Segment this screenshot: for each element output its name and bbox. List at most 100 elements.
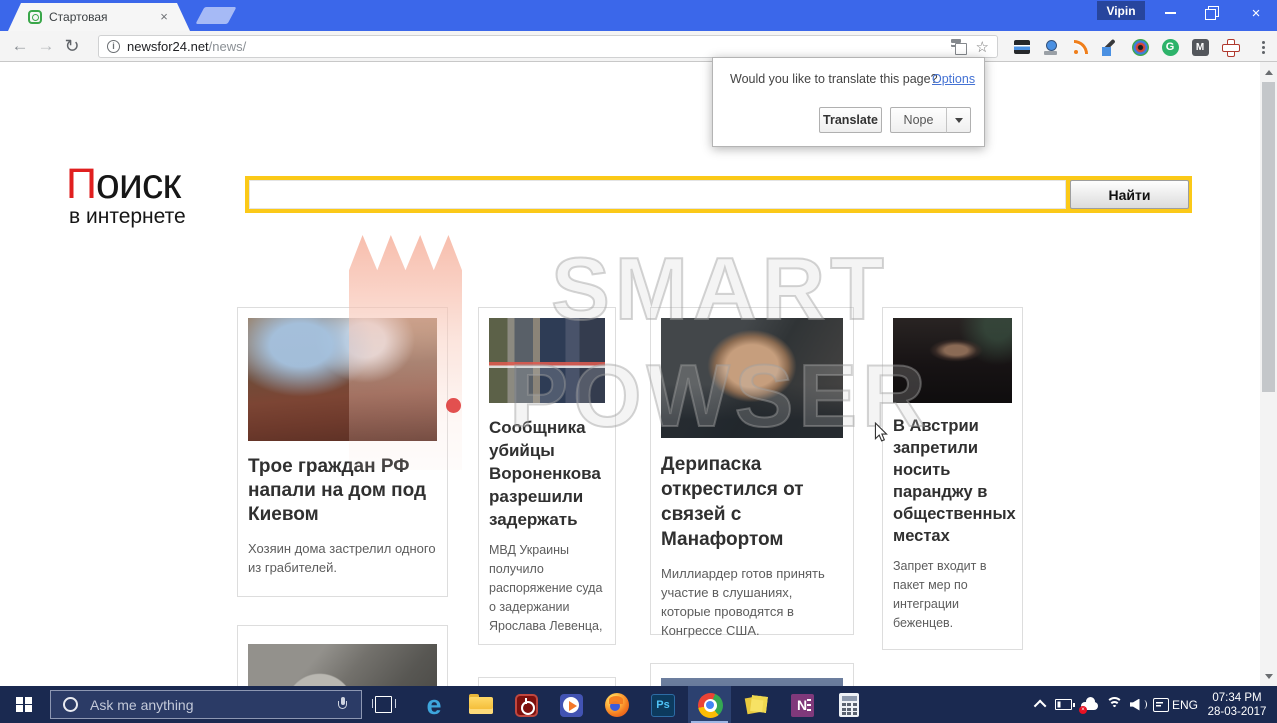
url-text[interactable]: newsfor24.net/news/ <box>127 39 951 54</box>
monosnap-icon[interactable]: M <box>1188 35 1212 59</box>
nope-button[interactable]: Nope <box>890 107 947 133</box>
search-button[interactable]: Найти <box>1070 180 1189 209</box>
taskbar-media-player-icon[interactable] <box>557 691 585 719</box>
volume-icon[interactable] <box>1128 686 1148 723</box>
article-summary: МВД Украины получило распоряжение суда о… <box>489 541 605 636</box>
article-image-crime-scene[interactable] <box>489 318 605 403</box>
tab-close-icon[interactable]: × <box>156 9 172 25</box>
taskbar-photoshop-icon[interactable]: Ps <box>649 691 677 719</box>
screenshot-tool-glyph <box>1014 40 1030 54</box>
article-title[interactable]: Сообщника убийцы Вороненкова разрешили з… <box>489 416 605 531</box>
article-image-woman-in-niqab[interactable] <box>893 318 1012 403</box>
article-summary: Запрет входит в пакет мер по интеграции … <box>893 557 1012 633</box>
address-bar[interactable]: newsfor24.net/news/ ☆ <box>98 35 998 58</box>
edge-glyph: e <box>426 692 441 718</box>
translate-options-link[interactable]: Options <box>932 72 975 86</box>
tray-chevron-icon[interactable] <box>1032 686 1050 723</box>
article-card-partial[interactable] <box>478 677 616 686</box>
screenshot-tool-icon[interactable] <box>1010 35 1034 59</box>
microphone-icon[interactable] <box>338 697 347 712</box>
user-badge[interactable]: Vipin <box>1097 1 1145 20</box>
start-button[interactable] <box>0 686 48 723</box>
action-center-icon[interactable] <box>1150 686 1172 723</box>
translate-icon[interactable] <box>951 39 967 55</box>
rss-icon[interactable] <box>1068 35 1092 59</box>
translate-button[interactable]: Translate <box>819 107 882 133</box>
cortana-search-box[interactable]: Ask me anything <box>50 690 362 719</box>
page-scrollbar[interactable] <box>1260 62 1277 686</box>
taskbar-file-explorer-icon[interactable] <box>467 691 495 719</box>
article-card-partial[interactable] <box>650 663 854 686</box>
photoshop-glyph: Ps <box>651 694 675 717</box>
article-image-deripaska-portrait[interactable] <box>661 318 843 438</box>
article-card[interactable]: В Австрии запретили носить паранджу в об… <box>882 307 1023 650</box>
article-image-blue-scene[interactable] <box>661 678 843 686</box>
new-tab-button[interactable] <box>195 7 236 24</box>
article-title[interactable]: В Австрии запретили носить паранджу в об… <box>893 415 1012 547</box>
site-favicon-icon <box>28 10 42 24</box>
windows-logo-icon <box>16 697 32 713</box>
forward-button[interactable]: → <box>34 34 58 58</box>
tab-title: Стартовая <box>49 10 156 24</box>
article-summary: Хозяин дома застрелил одного из грабител… <box>248 539 437 577</box>
browser-menu-icon[interactable] <box>1254 38 1272 56</box>
grammarly-glyph: G <box>1162 39 1179 56</box>
profile-camera-icon[interactable] <box>1038 35 1062 59</box>
onedrive-error-badge: × <box>1079 706 1087 714</box>
taskbar-firefox-icon[interactable] <box>603 691 631 719</box>
logo-subtitle: в интернете <box>69 205 186 229</box>
taskbar-onenote-icon[interactable]: N <box>788 691 816 719</box>
firefox-glyph <box>605 693 629 717</box>
tab-startpage[interactable]: Стартовая × <box>8 3 190 31</box>
grammarly-icon[interactable]: G <box>1158 35 1182 59</box>
article-card[interactable]: Сообщника убийцы Вороненкова разрешили з… <box>478 307 616 645</box>
taskbar-chrome-icon[interactable] <box>696 691 724 719</box>
article-card[interactable]: Дерипаска открестился от связей с Манафо… <box>650 307 854 635</box>
web-page: Поиск в интернете Найти Трое граждан РФ … <box>0 62 1277 686</box>
page-info-icon[interactable] <box>107 40 120 53</box>
article-title[interactable]: Трое граждан РФ напали на дом под Киевом <box>248 455 437 527</box>
titlebar: Стартовая × Vipin × <box>0 0 1277 31</box>
taskbar-calculator-icon[interactable] <box>835 691 863 719</box>
bookmark-star-icon[interactable]: ☆ <box>976 38 989 56</box>
cortana-icon <box>63 697 78 712</box>
article-card[interactable]: Трое граждан РФ напали на дом под Киевом… <box>237 307 448 597</box>
minimize-button[interactable] <box>1153 0 1187 26</box>
taskbar-clock[interactable]: 07:34 PM 28-03-2017 <box>1204 686 1270 723</box>
taskbar-power-app-icon[interactable] <box>512 691 540 719</box>
color-picker-icon[interactable] <box>1098 35 1122 59</box>
scroll-up-arrow-icon[interactable] <box>1260 64 1277 80</box>
reload-button[interactable]: ↻ <box>60 34 84 58</box>
url-host: newsfor24.net <box>127 39 209 54</box>
taskbar-sticky-notes-icon[interactable] <box>742 691 770 719</box>
url-path: /news/ <box>209 39 247 54</box>
calculator-glyph <box>839 693 859 717</box>
camera-lens-icon[interactable] <box>1128 35 1152 59</box>
watermark-overlay: SMART POWSER <box>0 62 1277 686</box>
article-card-partial[interactable] <box>237 625 448 686</box>
restore-button[interactable] <box>1195 0 1229 26</box>
color-picker-glyph <box>1102 39 1118 55</box>
logo-title: Поиск <box>66 160 186 209</box>
translate-popup: Would you like to translate this page? O… <box>712 57 985 147</box>
health-plus-icon[interactable] <box>1218 35 1242 59</box>
search-bar: Найти <box>245 176 1192 213</box>
taskbar-edge-icon[interactable]: e <box>420 691 448 719</box>
search-input[interactable] <box>249 180 1066 209</box>
article-title[interactable]: Дерипаска открестился от связей с Манафо… <box>661 452 843 552</box>
article-image-imf-seal[interactable] <box>248 644 437 686</box>
nope-dropdown-arrow[interactable] <box>946 107 971 133</box>
rss-glyph <box>1073 40 1088 55</box>
scroll-down-arrow-icon[interactable] <box>1260 668 1277 684</box>
close-button[interactable]: × <box>1239 0 1273 26</box>
chrome-glyph <box>698 693 723 718</box>
article-image-house-after-attack[interactable] <box>248 318 437 441</box>
watermark-red-dot <box>446 398 461 413</box>
power-glyph <box>515 694 538 717</box>
browser-toolbar: ← → ↻ newsfor24.net/news/ ☆ G M <box>0 31 1277 62</box>
task-view-button[interactable] <box>372 695 394 714</box>
back-button[interactable]: ← <box>8 34 32 58</box>
language-indicator[interactable]: ENG <box>1170 686 1200 723</box>
battery-icon[interactable] <box>1054 686 1076 723</box>
scrollbar-thumb[interactable] <box>1262 82 1275 392</box>
